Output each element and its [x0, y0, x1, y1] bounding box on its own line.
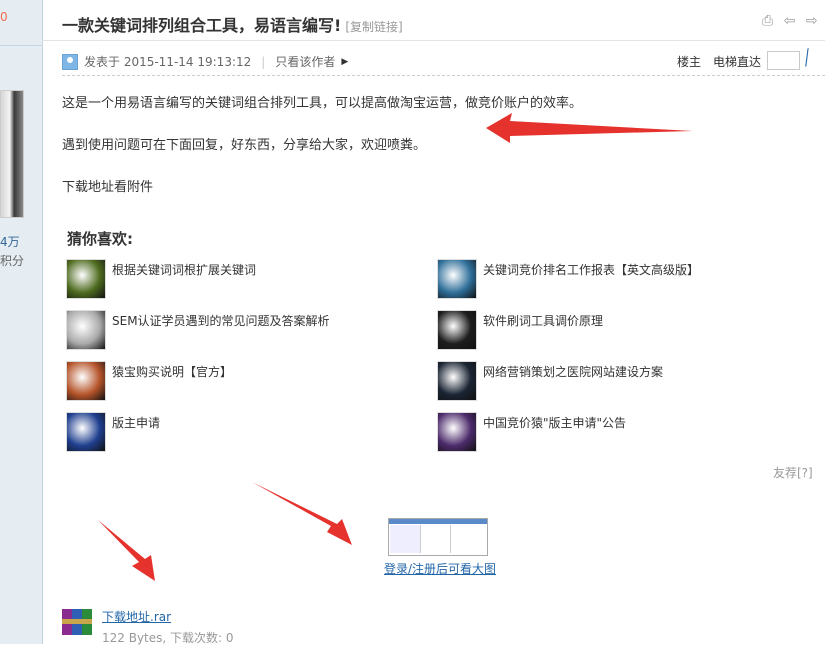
red-arrow-icon	[98, 520, 155, 581]
annotation-arrows	[98, 113, 693, 581]
red-arrow-icon	[252, 482, 352, 545]
red-arrow-icon	[486, 113, 693, 143]
